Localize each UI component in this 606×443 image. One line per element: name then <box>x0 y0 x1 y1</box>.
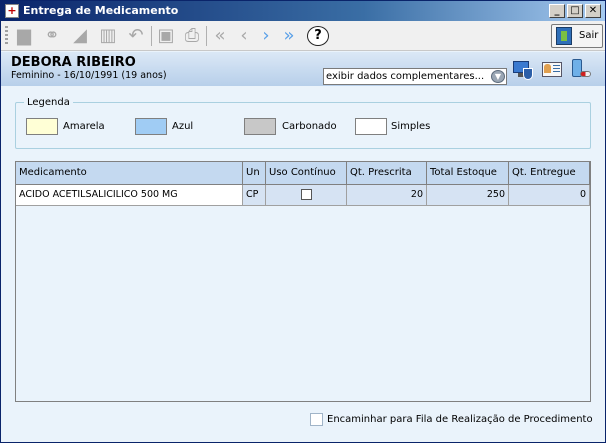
cell-total-estoque[interactable]: 250 <box>427 185 509 206</box>
print-icon[interactable]: ⎙ <box>181 25 203 47</box>
first-icon[interactable]: « <box>209 25 231 47</box>
toolbar-grip[interactable] <box>5 26 8 46</box>
legend-label-azul: Azul <box>172 121 194 132</box>
legend-label-carbonado: Carbonado <box>282 121 337 132</box>
column-header-total-estoque[interactable]: Total Estoque <box>427 162 509 185</box>
computer-shield-icon[interactable] <box>511 59 533 81</box>
legend-swatch-amarela <box>26 118 58 135</box>
patient-info: Feminino - 16/10/1991 (19 anos) <box>11 70 167 81</box>
column-header-qt-entregue[interactable]: Qt. Entregue <box>509 162 590 185</box>
id-card-icon[interactable] <box>541 59 563 81</box>
app-icon: + <box>5 4 19 18</box>
legend-group: Legenda Amarela Azul Carbonado Simples <box>15 97 591 149</box>
eraser-icon[interactable]: ◢ <box>69 25 91 47</box>
legend-swatch-simples <box>355 118 387 135</box>
cell-uso-continuo[interactable] <box>266 185 347 206</box>
legend-label-simples: Simples <box>391 121 431 132</box>
toolbar-separator <box>151 26 152 46</box>
legend-swatch-carbonado <box>244 118 276 135</box>
app-window: + Entrega de Medicamento _ □ ✕ ▆ ⚭ ◢ ▥ ↶… <box>0 0 606 443</box>
cell-qt-prescrita[interactable]: 20 <box>347 185 427 206</box>
exit-label: Sair <box>579 30 599 41</box>
complementary-data-text: exibir dados complementares... <box>326 71 485 82</box>
uso-continuo-checkbox[interactable] <box>301 189 312 200</box>
forward-to-queue-checkbox[interactable] <box>310 413 323 426</box>
chevron-down-icon[interactable]: ▼ <box>491 70 505 83</box>
cell-un[interactable]: CP <box>243 185 266 206</box>
column-header-qt-prescrita[interactable]: Qt. Prescrita <box>347 162 427 185</box>
title-bar: + Entrega de Medicamento _ □ ✕ <box>1 1 605 21</box>
exit-button[interactable]: Sair <box>551 24 603 48</box>
close-button[interactable]: ✕ <box>585 4 601 18</box>
minimize-button[interactable]: _ <box>549 4 565 18</box>
column-header-medicamento[interactable]: Medicamento <box>16 162 243 185</box>
cell-qt-entregue[interactable]: 0 <box>509 185 590 206</box>
cell-medicamento[interactable]: ACIDO ACETILSALICILICO 500 MG <box>16 185 243 206</box>
medication-grid: Medicamento Un Uso Contínuo Qt. Prescrit… <box>15 161 591 402</box>
trash-icon[interactable]: ▥ <box>97 25 119 47</box>
last-icon[interactable]: » <box>278 25 300 47</box>
toolbar-separator <box>206 26 207 46</box>
previous-icon[interactable]: ‹ <box>233 25 255 47</box>
next-icon[interactable]: › <box>255 25 277 47</box>
toolbar: ▆ ⚭ ◢ ▥ ↶ ▣ ⎙ « ‹ › » ? Sair <box>1 21 605 51</box>
new-icon[interactable]: ▆ <box>13 25 35 47</box>
forward-to-queue-label[interactable]: Encaminhar para Fila de Realização de Pr… <box>327 414 593 425</box>
medicine-icon[interactable] <box>569 59 591 81</box>
window-title: Entrega de Medicamento <box>23 4 179 17</box>
help-icon[interactable]: ? <box>307 26 329 46</box>
complementary-data-select[interactable]: exibir dados complementares... ▼ <box>323 68 507 85</box>
maximize-button[interactable]: □ <box>567 4 583 18</box>
exit-door-icon <box>556 27 572 45</box>
legend-swatch-azul <box>135 118 167 135</box>
column-header-un[interactable]: Un <box>243 162 266 185</box>
patient-name: DEBORA RIBEIRO <box>11 55 136 70</box>
binoculars-icon[interactable]: ⚭ <box>41 25 63 47</box>
column-header-uso-continuo[interactable]: Uso Contínuo <box>266 162 347 185</box>
legend-title: Legenda <box>24 97 73 108</box>
legend-label-amarela: Amarela <box>63 121 105 132</box>
undo-icon[interactable]: ↶ <box>125 25 147 47</box>
save-icon[interactable]: ▣ <box>155 25 177 47</box>
patient-header: DEBORA RIBEIRO Feminino - 16/10/1991 (19… <box>1 52 605 86</box>
